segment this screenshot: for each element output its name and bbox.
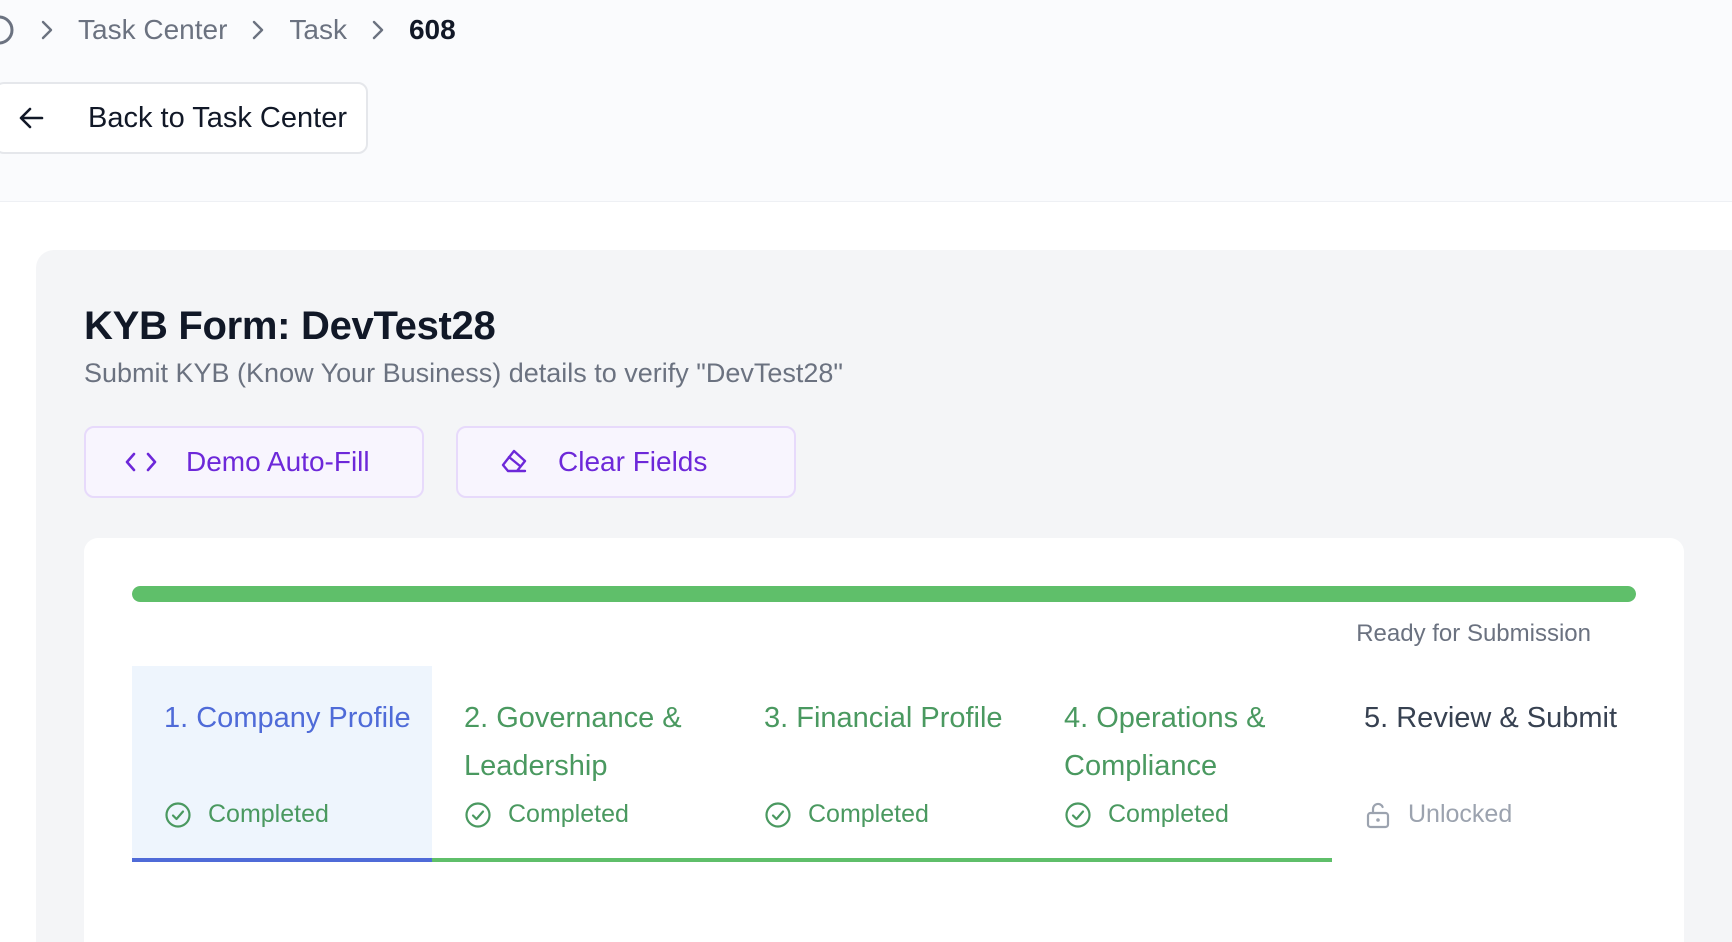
header-area: Task Center Task 608 Back to Task Center (0, 0, 1732, 202)
chevron-right-icon (367, 19, 389, 41)
back-to-task-center-button[interactable]: Back to Task Center (0, 82, 368, 154)
code-icon (124, 445, 158, 479)
breadcrumb-current: 608 (408, 14, 456, 45)
tab-operations-compliance[interactable]: 4. Operations & Compliance Completed (1032, 666, 1332, 862)
step-label: 1. Company Profile (164, 702, 411, 734)
step-state: Completed (1064, 800, 1229, 829)
step-tabs: 1. Company Profile Completed 2. Governan… (132, 666, 1636, 862)
step-state: Completed (464, 800, 629, 829)
step-underline (432, 858, 732, 862)
breadcrumb-task[interactable]: Task (289, 14, 347, 46)
breadcrumb-task-center[interactable]: Task Center (78, 14, 227, 46)
page-title: KYB Form: DevTest28 (84, 304, 496, 348)
page-subtitle: Submit KYB (Know Your Business) details … (84, 358, 844, 388)
step-state: Unlocked (1364, 800, 1512, 829)
submission-status: Ready for Submission (1356, 620, 1591, 647)
step-state-text: Unlocked (1408, 800, 1513, 828)
step-state-text: Completed (508, 800, 629, 828)
step-underline (1032, 858, 1332, 862)
check-circle-icon (464, 801, 492, 829)
step-state: Completed (164, 800, 329, 829)
step-state: Completed (764, 800, 929, 829)
home-icon[interactable] (0, 10, 16, 50)
eraser-icon (496, 445, 530, 479)
step-underline (132, 858, 432, 862)
tab-financial-profile[interactable]: 3. Financial Profile Completed (732, 666, 1032, 862)
back-button-label: Back to Task Center (88, 101, 347, 134)
step-label: 3. Financial Profile (764, 702, 1003, 734)
check-circle-icon (164, 801, 192, 829)
breadcrumb: Task Center Task 608 (0, 10, 456, 50)
step-state-text: Completed (808, 800, 929, 828)
step-state-text: Completed (208, 800, 329, 828)
progress-bar-fill (132, 586, 1636, 602)
tab-governance-leadership[interactable]: 2. Governance & Leadership Completed (432, 666, 732, 862)
step-label: 4. Operations & Compliance (1064, 702, 1266, 782)
demo-auto-fill-button[interactable]: Demo Auto-Fill (84, 426, 424, 498)
tab-company-profile[interactable]: 1. Company Profile Completed (132, 666, 432, 862)
check-circle-icon (764, 801, 792, 829)
step-state-text: Completed (1108, 800, 1229, 828)
demo-auto-fill-label: Demo Auto-Fill (186, 446, 370, 477)
progress-bar (132, 586, 1636, 602)
check-circle-icon (1064, 801, 1092, 829)
clear-fields-label: Clear Fields (558, 446, 708, 477)
step-label: 5. Review & Submit (1364, 702, 1618, 734)
step-underline (732, 858, 1032, 862)
unlock-icon (1364, 801, 1392, 829)
chevron-right-icon (36, 19, 58, 41)
tab-review-submit[interactable]: 5. Review & Submit Unlocked (1332, 666, 1632, 862)
clear-fields-button[interactable]: Clear Fields (456, 426, 796, 498)
arrow-left-icon (18, 103, 48, 133)
step-label: 2. Governance & Leadership (464, 702, 682, 782)
chevron-right-icon (247, 19, 269, 41)
